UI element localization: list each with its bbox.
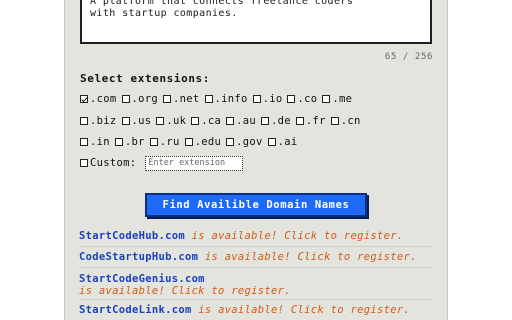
extension-option-io[interactable]: .io xyxy=(252,93,283,105)
extension-label-uk: .uk xyxy=(166,115,187,127)
extension-option-net[interactable]: .net xyxy=(163,93,200,105)
checkbox-in[interactable] xyxy=(80,138,88,146)
result-domain-link[interactable]: StartCodeGenius.com xyxy=(79,273,205,285)
custom-extension-input[interactable] xyxy=(145,155,244,171)
domain-finder-panel: A platform that connects freelance coder… xyxy=(64,0,448,320)
result-register-link[interactable]: is available! Click to register. xyxy=(205,251,417,263)
checkbox-ca[interactable] xyxy=(191,117,200,125)
extensions-row-3: .in .br .ru .edu .gov .ai xyxy=(80,135,303,149)
extension-label-fr: .fr xyxy=(305,115,326,127)
result-item: CodeStartupHub.com is available! Click t… xyxy=(79,251,433,263)
extensions-row-1: .com .org .net .info .io .co .me xyxy=(80,92,357,106)
checkbox-edu[interactable] xyxy=(184,138,193,146)
extension-option-ca[interactable]: .ca xyxy=(191,115,221,127)
extension-label-co: .co xyxy=(297,93,318,105)
extension-label-de: .de xyxy=(271,115,291,127)
result-item: StartCodeLink.com is available! Click to… xyxy=(79,304,433,316)
extension-option-in[interactable]: .in xyxy=(80,136,110,148)
result-register-link[interactable]: is available! Click to register. xyxy=(192,230,404,242)
extension-label-me: .me xyxy=(332,93,353,105)
extension-option-br[interactable]: .br xyxy=(114,136,145,148)
extension-label-ai: .ai xyxy=(277,136,298,148)
checkbox-uk[interactable] xyxy=(156,117,165,125)
extension-option-me[interactable]: .me xyxy=(322,93,352,105)
result-item: StartCodeGenius.com is available! Click … xyxy=(79,273,433,297)
extension-label-info: .info xyxy=(214,93,248,105)
extension-option-fr[interactable]: .fr xyxy=(295,115,326,127)
extension-label-edu: .edu xyxy=(194,136,222,148)
result-register-link[interactable]: is available! Click to register. xyxy=(79,285,291,297)
extension-label-gov: .gov xyxy=(236,136,263,148)
checkbox-info[interactable] xyxy=(204,95,213,103)
extension-option-org[interactable]: .org xyxy=(121,93,159,105)
extension-label-au: .au xyxy=(236,115,256,127)
extensions-row-2: .biz .us .uk .ca .au .de .fr .cn xyxy=(80,114,366,128)
extension-option-gov[interactable]: .gov xyxy=(226,136,263,148)
description-textarea[interactable]: A platform that connects freelance coder… xyxy=(80,0,432,44)
extension-option-de[interactable]: .de xyxy=(261,115,291,127)
find-domains-button[interactable]: Find Availible Domain Names xyxy=(145,193,367,217)
checkbox-us[interactable] xyxy=(121,117,130,125)
extension-label-io: .io xyxy=(262,93,283,105)
checkbox-cn[interactable] xyxy=(330,117,339,125)
extension-label-br: .br xyxy=(124,136,145,148)
extension-option-au[interactable]: .au xyxy=(226,115,256,127)
extension-option-info[interactable]: .info xyxy=(204,93,248,105)
extension-option-com[interactable]: .com xyxy=(80,93,117,105)
result-register-link[interactable]: is available! Click to register. xyxy=(198,304,410,316)
checkbox-au[interactable] xyxy=(226,117,235,125)
result-domain-link[interactable]: CodeStartupHub.com xyxy=(79,251,198,263)
extension-option-uk[interactable]: .uk xyxy=(156,115,186,127)
extension-label-in: .in xyxy=(90,136,110,148)
extension-label-cn: .cn xyxy=(340,115,361,127)
extension-option-biz[interactable]: .biz xyxy=(80,115,117,127)
checkbox-me[interactable] xyxy=(322,95,331,103)
custom-extension-option[interactable]: Custom: xyxy=(80,157,136,169)
extension-label-biz: .biz xyxy=(90,115,117,127)
checkbox-org[interactable] xyxy=(121,95,130,103)
checkbox-fr[interactable] xyxy=(295,117,304,125)
result-domain-link[interactable]: StartCodeLink.com xyxy=(79,304,192,316)
extension-option-ai[interactable]: .ai xyxy=(267,136,298,148)
checkbox-custom[interactable] xyxy=(80,159,88,167)
checkbox-ai[interactable] xyxy=(267,138,276,146)
result-divider xyxy=(79,267,433,268)
checkbox-gov[interactable] xyxy=(226,138,235,146)
custom-extension-label: Custom: xyxy=(90,157,137,169)
extension-option-cn[interactable]: .cn xyxy=(330,115,361,127)
character-counter: 65 / 256 xyxy=(384,52,433,62)
extension-label-net: .net xyxy=(173,93,200,105)
checkbox-ru[interactable] xyxy=(149,138,158,146)
checkbox-biz[interactable] xyxy=(80,117,88,125)
extension-option-co[interactable]: .co xyxy=(287,93,317,105)
extension-option-edu[interactable]: .edu xyxy=(184,136,222,148)
result-divider xyxy=(79,246,433,247)
extension-label-com: .com xyxy=(90,93,117,105)
checkbox-co[interactable] xyxy=(287,95,296,103)
custom-extension-row: Custom: xyxy=(80,155,244,171)
extension-label-ca: .ca xyxy=(201,115,222,127)
checkbox-com[interactable] xyxy=(80,95,88,103)
checkbox-br[interactable] xyxy=(114,138,123,146)
extension-label-org: .org xyxy=(131,93,158,105)
extension-option-us[interactable]: .us xyxy=(121,115,152,127)
result-domain-link[interactable]: StartCodeHub.com xyxy=(79,230,185,242)
checkbox-io[interactable] xyxy=(252,95,261,103)
extension-label-us: .us xyxy=(131,115,152,127)
extensions-heading: Select extensions: xyxy=(80,72,211,85)
result-item: StartCodeHub.com is available! Click to … xyxy=(79,230,433,242)
checkbox-net[interactable] xyxy=(163,95,171,103)
result-divider xyxy=(79,299,433,300)
checkbox-de[interactable] xyxy=(261,117,269,125)
extension-option-ru[interactable]: .ru xyxy=(149,136,180,148)
extension-label-ru: .ru xyxy=(159,136,180,148)
